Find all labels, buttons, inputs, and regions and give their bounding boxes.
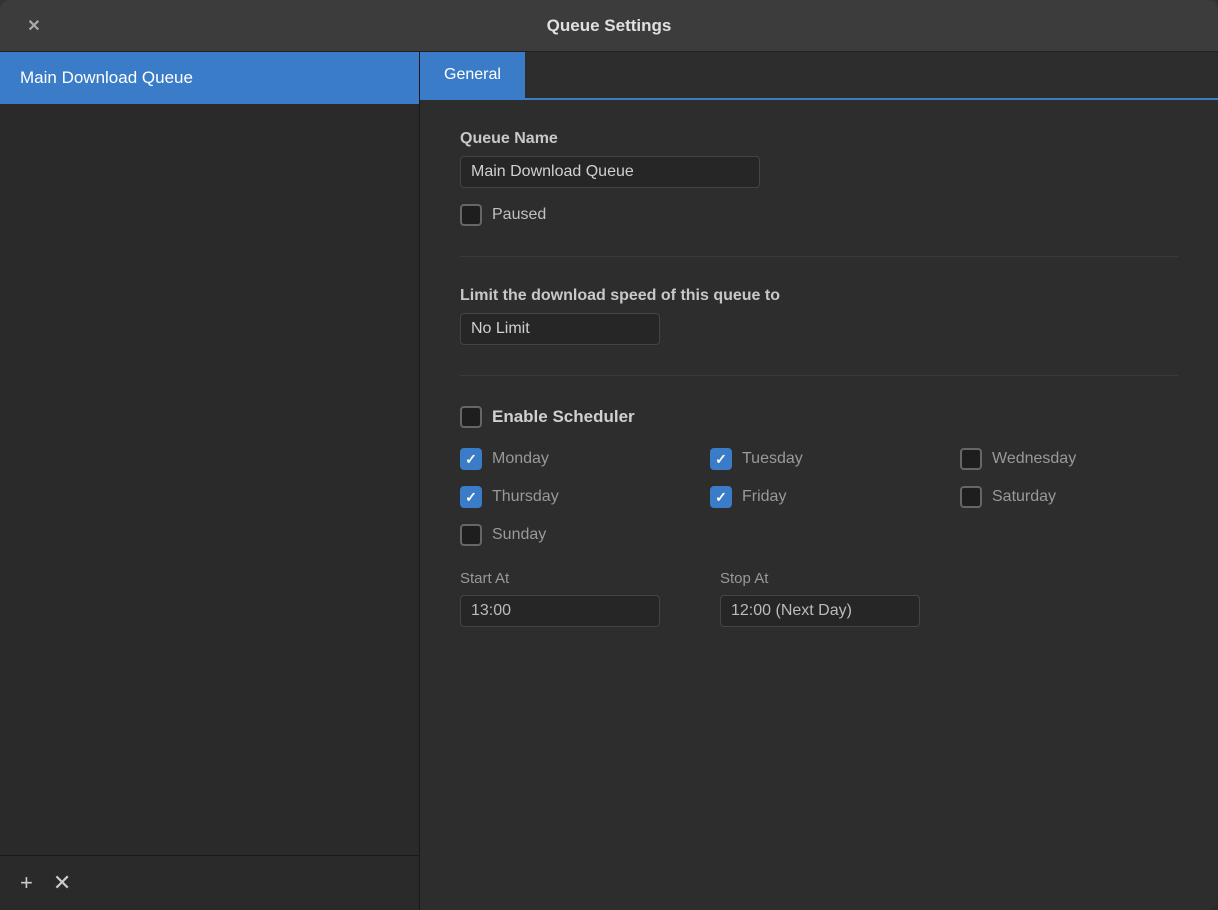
day-wednesday-label: Wednesday	[992, 450, 1076, 468]
day-sunday-checkbox[interactable]	[460, 524, 482, 546]
content-area: Main Download Queue + ✕ General Queue Na…	[0, 52, 1218, 910]
queue-name-value[interactable]: Main Download Queue	[460, 156, 760, 188]
sidebar-footer: + ✕	[0, 855, 419, 910]
close-button[interactable]: ✕	[20, 12, 48, 40]
main-panel: General Queue Name Main Download Queue P…	[420, 52, 1218, 910]
enable-scheduler-row[interactable]: Enable Scheduler	[460, 406, 1178, 428]
day-tuesday-checkbox[interactable]	[710, 448, 732, 470]
start-at-label: Start At	[460, 570, 660, 587]
speed-limit-section-label: Limit the download speed of this queue t…	[460, 287, 1178, 305]
title-bar: ✕ Queue Settings	[0, 0, 1218, 52]
day-saturday-checkbox[interactable]	[960, 486, 982, 508]
tabs-bar: General	[420, 52, 1218, 100]
day-wednesday-row[interactable]: Wednesday	[960, 448, 1180, 470]
day-monday-row[interactable]: Monday	[460, 448, 680, 470]
day-friday-checkbox[interactable]	[710, 486, 732, 508]
day-saturday-label: Saturday	[992, 488, 1056, 506]
days-grid: Monday Tuesday Wednesday	[460, 448, 1178, 546]
sidebar-item-main-queue[interactable]: Main Download Queue	[0, 52, 419, 104]
queue-name-label: Queue Name	[460, 130, 1178, 148]
enable-scheduler-checkbox[interactable]	[460, 406, 482, 428]
paused-label: Paused	[492, 206, 546, 224]
paused-checkbox[interactable]	[460, 204, 482, 226]
stop-at-value[interactable]: 12:00 (Next Day)	[720, 595, 920, 627]
remove-queue-button[interactable]: ✕	[53, 872, 71, 894]
paused-row[interactable]: Paused	[460, 204, 1178, 226]
day-thursday-label: Thursday	[492, 488, 559, 506]
enable-scheduler-label: Enable Scheduler	[492, 407, 635, 427]
stop-at-label: Stop At	[720, 570, 920, 587]
day-wednesday-checkbox[interactable]	[960, 448, 982, 470]
day-tuesday-label: Tuesday	[742, 450, 803, 468]
day-thursday-checkbox[interactable]	[460, 486, 482, 508]
scheduler-section: Enable Scheduler Monday Tuesday	[460, 406, 1178, 657]
day-sunday-row[interactable]: Sunday	[460, 524, 680, 546]
queue-name-section: Queue Name Main Download Queue Paused	[460, 130, 1178, 257]
sidebar: Main Download Queue + ✕	[0, 52, 420, 910]
day-saturday-row[interactable]: Saturday	[960, 486, 1180, 508]
day-sunday-label: Sunday	[492, 526, 546, 544]
day-monday-checkbox[interactable]	[460, 448, 482, 470]
time-section: Start At 13:00 Stop At 12:00 (Next Day)	[460, 570, 1178, 627]
window-title: Queue Settings	[547, 16, 672, 36]
day-tuesday-row[interactable]: Tuesday	[710, 448, 930, 470]
stop-at-field: Stop At 12:00 (Next Day)	[720, 570, 920, 627]
tab-general[interactable]: General	[420, 52, 525, 98]
settings-body: Queue Name Main Download Queue Paused Li…	[420, 100, 1218, 687]
start-at-value[interactable]: 13:00	[460, 595, 660, 627]
add-queue-button[interactable]: +	[20, 872, 33, 894]
day-friday-label: Friday	[742, 488, 786, 506]
queue-settings-window: ✕ Queue Settings Main Download Queue + ✕…	[0, 0, 1218, 910]
day-thursday-row[interactable]: Thursday	[460, 486, 680, 508]
speed-limit-section: Limit the download speed of this queue t…	[460, 287, 1178, 376]
day-friday-row[interactable]: Friday	[710, 486, 930, 508]
start-at-field: Start At 13:00	[460, 570, 660, 627]
day-monday-label: Monday	[492, 450, 549, 468]
speed-limit-value[interactable]: No Limit	[460, 313, 660, 345]
